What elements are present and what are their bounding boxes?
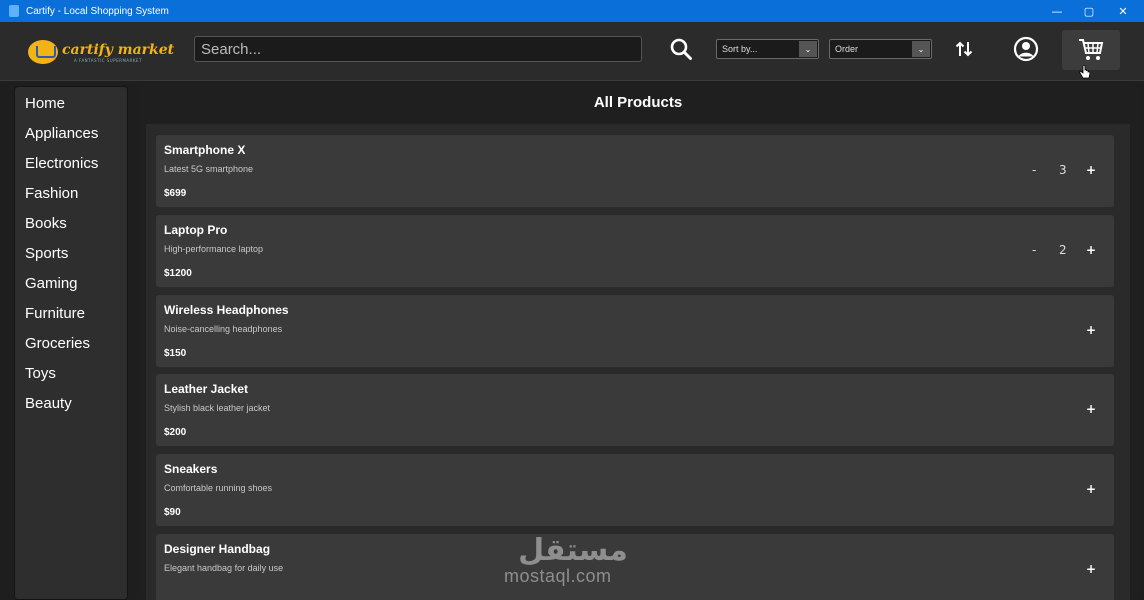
product-description: Elegant handbag for daily use (164, 563, 284, 573)
increase-quantity-button[interactable]: + (1086, 163, 1096, 177)
search-icon[interactable] (668, 36, 694, 62)
category-sidebar: Home Appliances Electronics Fashion Book… (14, 86, 128, 600)
products-section: All Products Smartphone X Latest 5G smar… (137, 84, 1139, 600)
close-button[interactable]: ✕ (1106, 0, 1140, 22)
sidebar-item-furniture[interactable]: Furniture (15, 299, 127, 329)
product-card[interactable]: Laptop Pro High-performance laptop $1200… (156, 215, 1114, 287)
app-icon (9, 5, 19, 17)
add-to-cart-button[interactable]: + (1086, 402, 1096, 416)
product-name: Sneakers (164, 462, 218, 476)
product-name: Leather Jacket (164, 382, 249, 396)
search-input[interactable] (194, 36, 642, 62)
logo[interactable]: cartify market A FANTASTIC SUPERMARKET (28, 34, 178, 70)
cart-icon (1079, 39, 1104, 60)
logo-name: cartify market (62, 41, 175, 58)
user-profile-icon[interactable] (1012, 35, 1040, 63)
hand-cursor-icon (1078, 64, 1092, 80)
product-price: $1200 (164, 268, 192, 279)
product-price: $200 (164, 427, 187, 438)
quantity-value: 3 (1059, 163, 1067, 177)
sort-arrows-icon[interactable] (952, 37, 976, 61)
sidebar-item-toys[interactable]: Toys (15, 359, 127, 389)
sidebar-item-groceries[interactable]: Groceries (15, 329, 127, 359)
minimize-button[interactable]: — (1040, 0, 1074, 22)
page-title: All Products (593, 94, 683, 111)
product-description: Noise-cancelling headphones (164, 324, 283, 334)
product-price: $150 (164, 348, 187, 359)
product-card[interactable]: Sneakers Comfortable running shoes $90 + (156, 454, 1114, 526)
product-description: Stylish black leather jacket (164, 403, 271, 413)
sidebar-item-gaming[interactable]: Gaming (15, 269, 127, 299)
cart-logo-icon (28, 40, 58, 64)
sidebar-item-sports[interactable]: Sports (15, 239, 127, 269)
product-card[interactable]: Leather Jacket Stylish black leather jac… (156, 374, 1114, 446)
add-to-cart-button[interactable]: + (1086, 562, 1096, 576)
product-price: $699 (164, 188, 187, 199)
product-description: High-performance laptop (164, 244, 264, 254)
product-description: Comfortable running shoes (164, 483, 273, 493)
chevron-down-icon: ⌄ (799, 41, 817, 57)
order-value: Order (835, 44, 859, 54)
window-titlebar: Cartify - Local Shopping System — ▢ ✕ (0, 0, 1144, 22)
product-name: Laptop Pro (164, 223, 228, 237)
decrease-quantity-button[interactable]: - (1032, 243, 1036, 257)
sort-by-select[interactable]: Sort by... ⌄ (716, 39, 819, 59)
add-to-cart-button[interactable]: + (1086, 482, 1096, 496)
sort-by-value: Sort by... (722, 44, 758, 54)
product-name: Smartphone X (164, 143, 246, 157)
app-header: cartify market A FANTASTIC SUPERMARKET S… (0, 22, 1144, 81)
sidebar-item-fashion[interactable]: Fashion (15, 179, 127, 209)
logo-tagline: A FANTASTIC SUPERMARKET (74, 57, 143, 63)
increase-quantity-button[interactable]: + (1086, 243, 1096, 257)
decrease-quantity-button[interactable]: - (1032, 163, 1036, 177)
product-description: Latest 5G smartphone (164, 164, 254, 174)
quantity-value: 2 (1059, 243, 1067, 257)
window-title: Cartify - Local Shopping System (26, 5, 169, 17)
add-to-cart-button[interactable]: + (1086, 323, 1096, 337)
sidebar-item-home[interactable]: Home (15, 89, 127, 119)
product-name: Wireless Headphones (164, 303, 289, 317)
product-card[interactable]: Smartphone X Latest 5G smartphone $699 -… (156, 135, 1114, 207)
sidebar-item-appliances[interactable]: Appliances (15, 119, 127, 149)
chevron-down-icon: ⌄ (912, 41, 930, 57)
sidebar-item-books[interactable]: Books (15, 209, 127, 239)
product-card[interactable]: Designer Handbag Elegant handbag for dai… (156, 534, 1114, 600)
product-list: Smartphone X Latest 5G smartphone $699 -… (146, 124, 1130, 600)
product-price: $90 (164, 507, 181, 518)
sidebar-item-beauty[interactable]: Beauty (15, 389, 127, 419)
maximize-button[interactable]: ▢ (1072, 0, 1106, 22)
order-select[interactable]: Order ⌄ (829, 39, 932, 59)
sidebar-item-electronics[interactable]: Electronics (15, 149, 127, 179)
product-name: Designer Handbag (164, 542, 271, 556)
product-card[interactable]: Wireless Headphones Noise-cancelling hea… (156, 295, 1114, 367)
